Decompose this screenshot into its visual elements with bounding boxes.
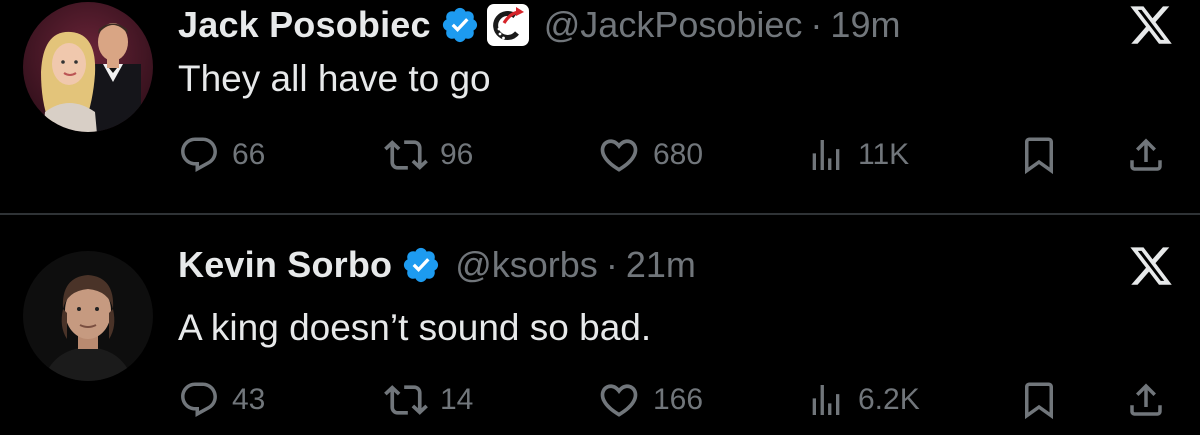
retweet-count: 14 [440,383,474,416]
timestamp[interactable]: 21m [626,244,696,286]
reply-icon [181,137,217,172]
share-button[interactable] [1125,375,1167,425]
separator-dot: · [605,244,618,285]
share-icon [1130,138,1162,171]
reply-count: 43 [232,383,266,416]
avatar[interactable] [23,251,153,381]
tweet-header: Jack Posobiec @JackPosobiec · 19m [178,0,900,50]
reply-button[interactable]: 43 [178,375,265,425]
views-button[interactable]: 11K [806,130,909,180]
reply-icon [181,382,217,417]
avatar[interactable] [23,2,153,132]
tweet-text: A king doesn’t sound so bad. [178,307,652,348]
tweet-card[interactable]: Jack Posobiec @JackPosobiec · 19m They a… [0,0,1200,213]
reply-button[interactable]: 66 [178,130,265,180]
retweet-button[interactable]: 14 [384,375,473,425]
display-name[interactable]: Jack Posobiec [178,4,431,46]
retweet-icon [384,385,428,415]
user-handle[interactable]: @ksorbs [455,244,598,286]
share-button[interactable] [1125,130,1167,180]
tweet-text: They all have to go [178,58,491,99]
tweet-card[interactable]: Kevin Sorbo @ksorbs · 21m A king doesn’t… [0,215,1200,435]
tweet-header: Kevin Sorbo @ksorbs · 21m [178,240,696,290]
action-bar: 43 14 166 6.2K [0,375,1200,425]
views-count: 6.2K [858,383,920,416]
bookmark-button[interactable] [1018,375,1060,425]
like-button[interactable]: 166 [597,375,703,425]
separator-dot: · [810,4,823,45]
x-logo-icon [1128,243,1174,289]
user-handle[interactable]: @JackPosobiec [544,4,803,46]
retweet-icon [384,140,428,170]
retweet-count: 96 [440,138,474,171]
like-count: 166 [653,383,704,416]
affiliate-badge-icon[interactable] [486,3,530,47]
like-count: 680 [653,138,704,171]
x-logo-icon [1128,2,1174,48]
verified-badge-icon[interactable] [401,245,441,285]
heart-icon [600,139,638,172]
timestamp[interactable]: 19m [830,4,900,46]
action-bar: 66 96 680 11K [0,130,1200,180]
bookmark-icon [1025,382,1053,420]
heart-icon [600,384,638,417]
views-icon [812,140,840,170]
like-button[interactable]: 680 [597,130,703,180]
bookmark-button[interactable] [1018,130,1060,180]
retweet-button[interactable]: 96 [384,130,473,180]
views-button[interactable]: 6.2K [806,375,920,425]
reply-count: 66 [232,138,266,171]
share-icon [1130,383,1162,416]
verified-badge-icon[interactable] [440,5,480,45]
bookmark-icon [1025,137,1053,175]
display-name[interactable]: Kevin Sorbo [178,244,392,286]
views-icon [812,385,840,415]
views-count: 11K [858,138,910,171]
